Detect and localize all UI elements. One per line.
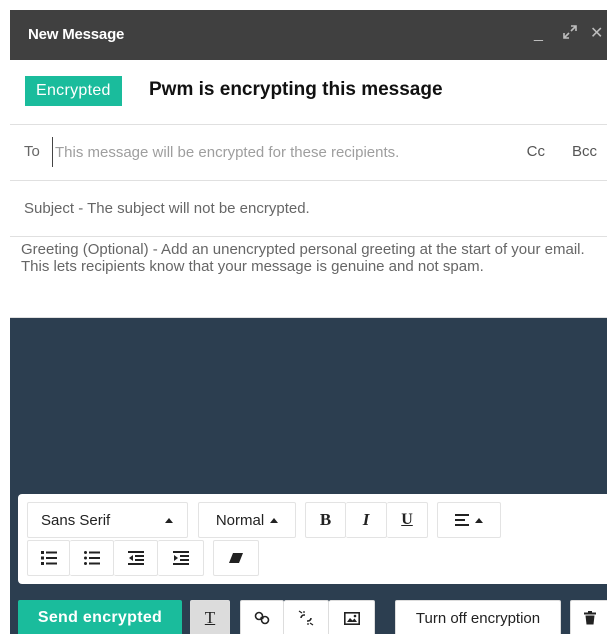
indent-less-button[interactable] [114, 540, 158, 576]
send-encrypted-button[interactable]: Send encrypted [18, 600, 182, 634]
font-family-select[interactable]: Sans Serif [27, 502, 188, 538]
indent-more-button[interactable] [158, 540, 204, 576]
formatting-toolbar: Sans Serif Normal B I U [18, 494, 607, 584]
align-select[interactable] [437, 502, 501, 538]
numbered-list-icon [40, 551, 57, 565]
remove-formatting-icon [229, 553, 243, 563]
subject-input[interactable] [24, 193, 594, 223]
encryption-header: Encrypted Pwm is encrypting this message [10, 60, 607, 125]
close-icon[interactable]: ✕ [590, 24, 603, 44]
to-input[interactable] [52, 137, 495, 167]
compose-window: New Message _ ✕ Encrypted Pwm is encrypt… [10, 10, 607, 634]
greeting-input[interactable] [21, 241, 605, 313]
greeting-row [10, 237, 607, 318]
bcc-link[interactable]: Bcc [572, 143, 597, 160]
image-icon [343, 611, 360, 625]
encrypted-badge: Encrypted [25, 76, 122, 106]
expand-icon[interactable] [562, 24, 578, 40]
caret-up-icon [270, 517, 279, 523]
subject-row [10, 181, 607, 237]
numbered-list-button[interactable] [27, 540, 70, 576]
align-icon [455, 514, 469, 526]
bulleted-list-button[interactable] [70, 540, 114, 576]
bold-button[interactable]: B [305, 502, 346, 538]
message-body[interactable]: Sans Serif Normal B I U Send encrypted T… [10, 318, 607, 634]
italic-button[interactable]: I [346, 502, 387, 538]
insert-link-button[interactable] [240, 600, 284, 634]
minimize-icon[interactable]: _ [534, 24, 543, 44]
recipients-row: To Cc Bcc [10, 125, 607, 181]
turn-off-encryption-button[interactable]: Turn off encryption [395, 600, 561, 634]
indent-more-icon [172, 551, 189, 565]
action-bar: Send encrypted T Turn off encryption [10, 594, 607, 634]
cc-link[interactable]: Cc [527, 143, 545, 160]
caret-up-icon [165, 518, 173, 523]
unlink-icon [298, 610, 314, 626]
remove-link-button[interactable] [284, 600, 329, 634]
font-family-value: Sans Serif [41, 511, 111, 529]
discard-button[interactable] [570, 600, 607, 634]
underline-button[interactable]: U [387, 502, 428, 538]
window-title: New Message [28, 26, 125, 43]
formatting-toggle-button[interactable]: T [190, 600, 230, 634]
insert-image-button[interactable] [329, 600, 375, 634]
remove-formatting-button[interactable] [213, 540, 259, 576]
link-icon [254, 610, 270, 626]
to-label: To [24, 143, 40, 160]
caret-up-icon [475, 517, 483, 523]
indent-less-icon [127, 551, 144, 565]
bulleted-list-icon [83, 551, 100, 565]
title-bar: New Message _ ✕ [10, 10, 607, 60]
trash-icon [584, 611, 596, 625]
encryption-status-title: Pwm is encrypting this message [149, 79, 443, 100]
font-size-select[interactable]: Normal [198, 502, 296, 538]
font-size-value: Normal [215, 511, 265, 529]
